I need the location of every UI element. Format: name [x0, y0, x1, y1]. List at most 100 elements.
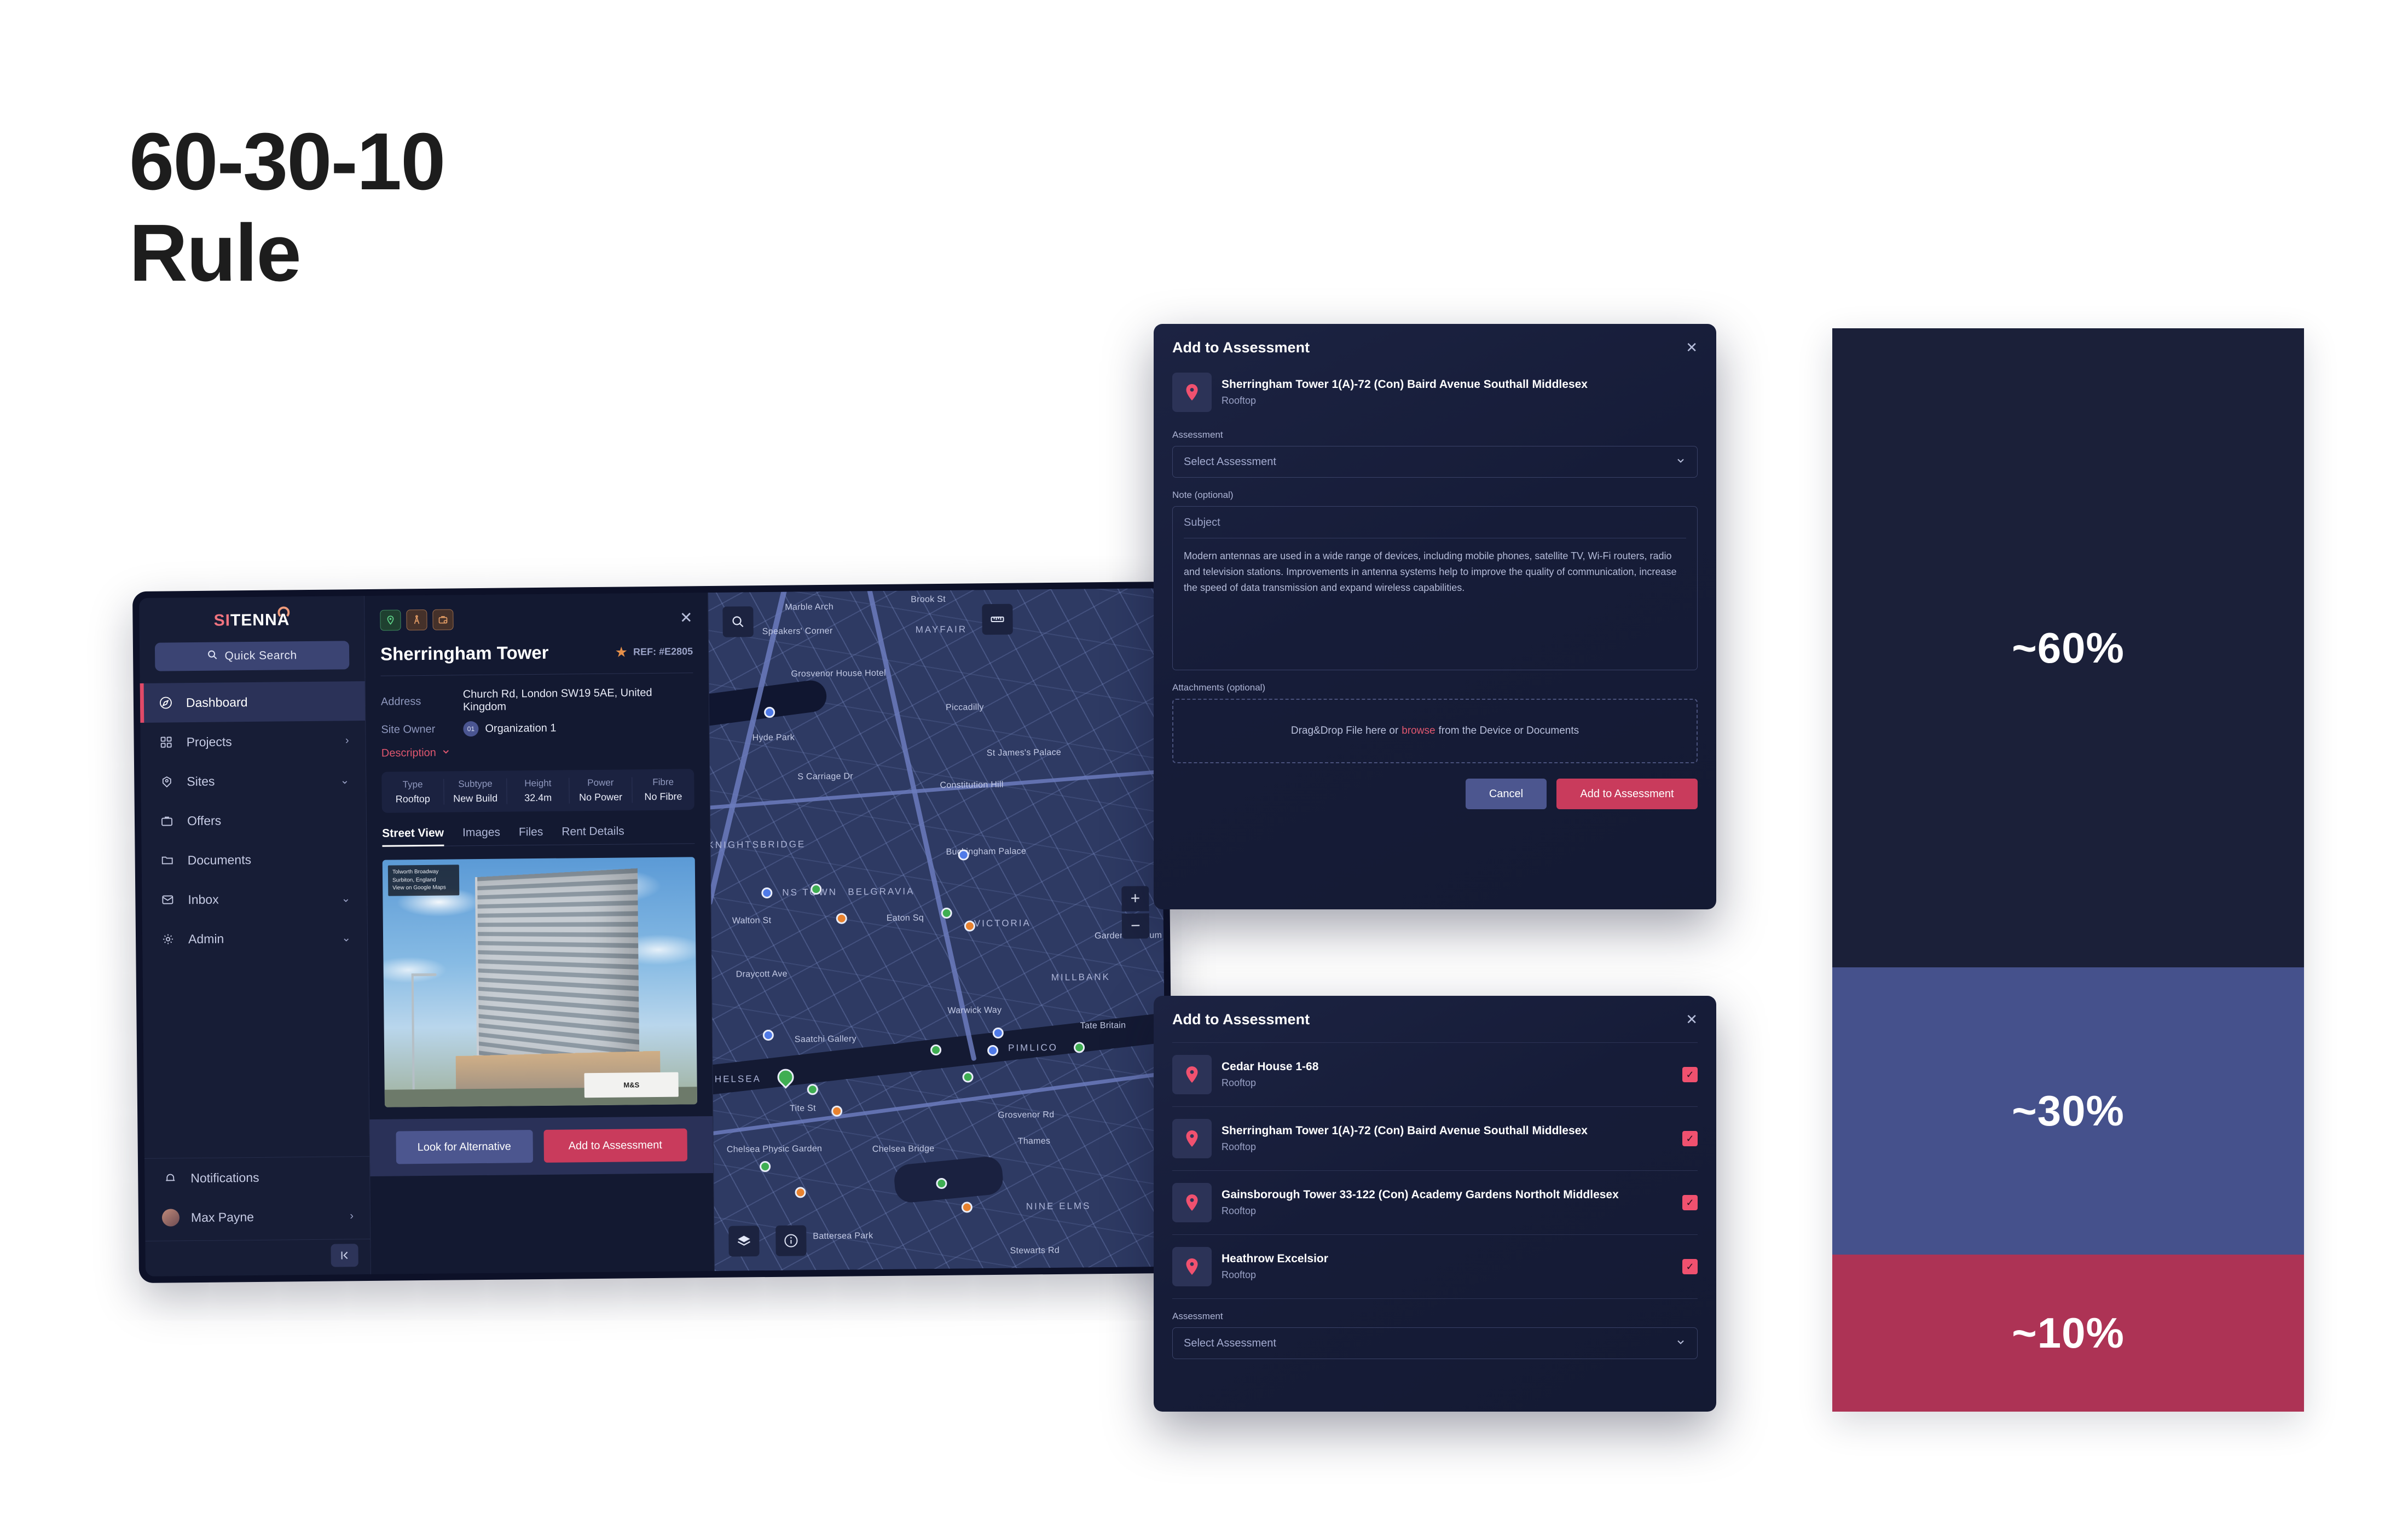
map-label: Tite St [790, 1104, 816, 1113]
tab-street-view[interactable]: Street View [382, 827, 444, 840]
list-item[interactable]: Heathrow Excelsior Rooftop ✓ [1172, 1234, 1698, 1298]
spec-value: Rooftop [395, 793, 430, 805]
map-pin-blue[interactable] [987, 1044, 999, 1057]
ratio-segment-30: ~30% [1832, 967, 2304, 1255]
row-checkbox[interactable]: ✓ [1682, 1259, 1698, 1274]
storefront-sign: M&S [584, 1072, 679, 1098]
sidebar-item-projects[interactable]: Projects › [140, 721, 366, 762]
assessment-select[interactable]: Select Assessment [1172, 1327, 1698, 1359]
sidebar-item-sites[interactable]: Sites ⌄ [141, 760, 366, 802]
favorite-star-icon[interactable]: ★ [615, 643, 628, 660]
map-canvas[interactable]: Marble Arch Brook St Speakers' Corner MAYFA… [708, 588, 1167, 1271]
map-pin-blue[interactable] [762, 1029, 774, 1041]
file-dropzone[interactable]: Drag&Drop File here or browse from the D… [1172, 699, 1698, 763]
map-pin-green[interactable] [936, 1177, 947, 1189]
tab-files[interactable]: Files [519, 826, 543, 839]
map-pin-green[interactable] [962, 1071, 974, 1083]
add-to-assessment-button[interactable]: Add to Assessment [543, 1128, 687, 1163]
map-pin-orange[interactable] [831, 1105, 843, 1117]
sidebar-item-dashboard[interactable]: Dashboard [140, 681, 366, 723]
map-pin-green[interactable] [1073, 1042, 1085, 1053]
info-row-site-owner: Site Owner 01 Organization 1 [381, 719, 693, 737]
map-label: MILLBANK [1051, 971, 1111, 983]
map-label: St James's Palace [986, 747, 1062, 758]
assessment-select[interactable]: Select Assessment [1172, 446, 1698, 478]
close-icon[interactable]: ✕ [680, 608, 693, 626]
tower-badge-icon[interactable] [406, 609, 427, 631]
row-checkbox[interactable]: ✓ [1682, 1131, 1698, 1146]
list-item[interactable]: Gainsborough Tower 33-122 (Con) Academy … [1172, 1170, 1698, 1234]
map-pin-green[interactable] [760, 1160, 771, 1173]
collapse-sidebar-button[interactable] [331, 1244, 358, 1267]
site-name: Gainsborough Tower 33-122 (Con) Academy … [1222, 1188, 1619, 1201]
building [475, 868, 640, 1084]
site-detail-panel: ✕ Sherringham Tower ★ REF: #E2805 Addres… [364, 593, 715, 1274]
sidebar-item-user[interactable]: Max Payne › [145, 1196, 371, 1238]
map-label: Eaton Sq [886, 913, 924, 923]
row-checkbox[interactable]: ✓ [1682, 1067, 1698, 1082]
site-type: Rooftop [1222, 1141, 1257, 1152]
app-logo: SITENNA [139, 596, 364, 641]
map-pin-blue[interactable] [958, 849, 969, 861]
site-meta: Heathrow Excelsior Rooftop [1222, 1252, 1672, 1281]
row-checkbox[interactable]: ✓ [1682, 1195, 1698, 1210]
tab-images[interactable]: Images [462, 826, 500, 840]
note-editor[interactable]: Subject Modern antennas are used in a wi… [1172, 506, 1698, 670]
sidebar-item-documents[interactable]: Documents [141, 839, 367, 880]
note-subject-input[interactable]: Subject [1184, 517, 1686, 538]
map-pin-blue[interactable] [764, 706, 775, 718]
map-pin-green[interactable] [930, 1044, 942, 1056]
sidebar-item-offers[interactable]: Offers [141, 799, 367, 841]
sidebar-item-inbox[interactable]: Inbox ⌄ [142, 878, 367, 920]
map-info-icon[interactable] [775, 1225, 807, 1256]
browse-link[interactable]: browse [1402, 725, 1435, 737]
assessment-select-value: Select Assessment [1184, 1337, 1276, 1349]
map-pin-orange[interactable] [795, 1187, 806, 1198]
map-zoom-in-button[interactable]: + [1121, 886, 1149, 912]
tag-line-3: View on Google Maps [392, 884, 446, 891]
sidebar-footer: Notifications Max Payne › [144, 1156, 371, 1241]
map-label: Grosvenor Rd [998, 1110, 1055, 1120]
site-type: Rooftop [1222, 1205, 1257, 1216]
map-pin-icon [1172, 1055, 1212, 1094]
asset-badge-icon[interactable] [432, 609, 454, 630]
selected-sites-list: Cedar House 1-68 Rooftop ✓ Sherringham Towe… [1154, 1042, 1716, 1298]
sidebar-item-label: Notifications [190, 1170, 259, 1185]
sidebar-item-notifications[interactable]: Notifications [144, 1157, 370, 1198]
map-pin-green[interactable] [941, 907, 952, 919]
map-pin-orange[interactable] [961, 1202, 973, 1213]
location-badge-icon[interactable] [380, 610, 401, 631]
submit-add-to-assessment-button[interactable]: Add to Assessment [1556, 779, 1698, 809]
selected-site: Sherringham Tower 1(A)-72 (Con) Baird Av… [1154, 356, 1716, 417]
sidebar-item-label: Dashboard [186, 694, 248, 710]
map-layers-icon[interactable] [728, 1226, 760, 1257]
map-ruler-icon[interactable] [982, 603, 1013, 635]
search-input[interactable]: Quick Search [154, 641, 350, 671]
cancel-button[interactable]: Cancel [1466, 779, 1547, 809]
map-search-icon[interactable] [722, 606, 754, 637]
sidebar-item-admin[interactable]: Admin ⌄ [142, 918, 368, 959]
map-pin-blue[interactable] [761, 887, 773, 899]
page-title-line-1: 60-30-10 [129, 117, 445, 207]
spec-key: Type [402, 779, 423, 790]
street-view-image[interactable]: M&S Tolworth Broadway Surbiton, England … [382, 857, 698, 1107]
map-pin-orange[interactable] [836, 913, 847, 924]
look-for-alternative-button[interactable]: Look for Alternative [395, 1130, 533, 1164]
map-pin-blue[interactable] [992, 1027, 1004, 1039]
map-label: KNIGHTSBRIDGE [708, 839, 806, 851]
close-icon[interactable]: ✕ [1686, 1011, 1698, 1028]
tab-rent-details[interactable]: Rent Details [562, 825, 624, 838]
map-pin-orange[interactable] [964, 920, 976, 932]
note-body-text[interactable]: Modern antennas are used in a wide range… [1184, 548, 1686, 596]
list-item[interactable]: Sherringham Tower 1(A)-72 (Con) Baird Av… [1172, 1106, 1698, 1170]
attachments-field: Attachments (optional) Drag&Drop File he… [1154, 682, 1716, 763]
chevron-down-icon [1675, 455, 1686, 469]
description-toggle[interactable]: Description [381, 744, 694, 759]
list-item[interactable]: Cedar House 1-68 Rooftop ✓ [1172, 1042, 1698, 1106]
map-pin-green[interactable] [807, 1084, 818, 1095]
spec-power: Power No Power [569, 777, 633, 804]
close-icon[interactable]: ✕ [1686, 339, 1698, 356]
map-pin-green[interactable] [811, 884, 822, 895]
note-field: Note (optional) Subject Modern antennas … [1154, 490, 1716, 670]
map-zoom-out-button[interactable]: − [1121, 913, 1150, 939]
